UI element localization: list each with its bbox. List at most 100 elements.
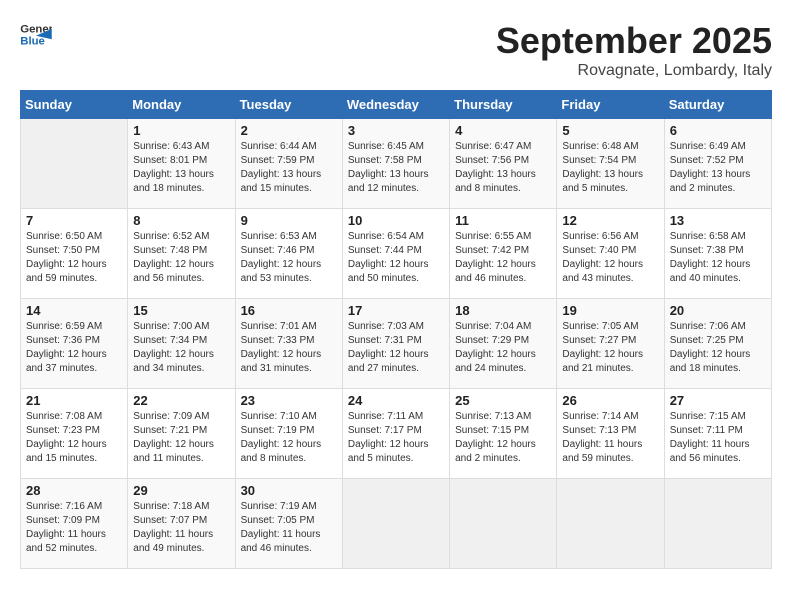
calendar-cell: 24 Sunrise: 7:11 AM Sunset: 7:17 PM Dayli… [342,389,449,479]
calendar-cell: 6 Sunrise: 6:49 AM Sunset: 7:52 PM Daylig… [664,119,771,209]
header: General Blue September 2025 Rovagnate, L… [20,20,772,80]
day-detail: Sunrise: 6:54 AM Sunset: 7:44 PM Dayligh… [348,230,444,286]
day-number: 25 [455,393,551,408]
calendar-cell [342,479,449,569]
calendar-cell [557,479,664,569]
day-number: 15 [133,303,229,318]
calendar-cell: 26Sunrise: 7:14 AM Sunset: 7:13 PM Dayli… [557,389,664,479]
day-number: 19 [562,303,658,318]
calendar-cell: 1 Sunrise: 6:43 AM Sunset: 8:01 PM Daylig… [128,119,235,209]
calendar-cell [21,119,128,209]
calendar-cell: 29 Sunrise: 7:18 AM Sunset: 7:07 PM Dayli… [128,479,235,569]
day-number: 12 [562,213,658,228]
day-number: 29 [133,483,229,498]
day-number: 18 [455,303,551,318]
day-number: 17 [348,303,444,318]
day-number: 1 [133,123,229,138]
day-detail: Sunrise: 7:16 AM Sunset: 7:09 PM Dayligh… [26,500,122,556]
day-detail: Sunrise: 7:15 AM Sunset: 7:11 PM Dayligh… [670,410,766,466]
calendar-table: SundayMondayTuesdayWednesdayThursdayFrid… [20,90,772,569]
calendar-cell: 28 Sunrise: 7:16 AM Sunset: 7:09 PM Dayli… [21,479,128,569]
calendar-cell: 10 Sunrise: 6:54 AM Sunset: 7:44 PM Dayli… [342,209,449,299]
day-detail: Sunrise: 7:04 AM Sunset: 7:29 PM Dayligh… [455,320,551,376]
day-detail: Sunrise: 6:49 AM Sunset: 7:52 PM Dayligh… [670,140,766,196]
day-detail: Sunrise: 7:11 AM Sunset: 7:17 PM Dayligh… [348,410,444,466]
calendar-header-cell: Friday [557,91,664,119]
day-number: 10 [348,213,444,228]
calendar-cell: 19 Sunrise: 7:05 AM Sunset: 7:27 PM Dayli… [557,299,664,389]
day-number: 9 [241,213,337,228]
day-number: 8 [133,213,229,228]
day-detail: Sunrise: 6:48 AM Sunset: 7:54 PM Dayligh… [562,140,658,196]
calendar-week-row: 21Sunrise: 7:08 AM Sunset: 7:23 PM Dayli… [21,389,772,479]
month-year-title: September 2025 [496,20,772,62]
day-detail: Sunrise: 6:55 AM Sunset: 7:42 PM Dayligh… [455,230,551,286]
calendar-cell: 17 Sunrise: 7:03 AM Sunset: 7:31 PM Dayli… [342,299,449,389]
day-detail: Sunrise: 7:01 AM Sunset: 7:33 PM Dayligh… [241,320,337,376]
day-number: 23 [241,393,337,408]
day-number: 30 [241,483,337,498]
day-number: 4 [455,123,551,138]
calendar-cell [664,479,771,569]
day-number: 28 [26,483,122,498]
calendar-cell: 2 Sunrise: 6:44 AM Sunset: 7:59 PM Daylig… [235,119,342,209]
calendar-body: 1 Sunrise: 6:43 AM Sunset: 8:01 PM Daylig… [21,119,772,569]
day-number: 13 [670,213,766,228]
calendar-cell: 30 Sunrise: 7:19 AM Sunset: 7:05 PM Dayli… [235,479,342,569]
day-detail: Sunrise: 7:18 AM Sunset: 7:07 PM Dayligh… [133,500,229,556]
calendar-header-cell: Monday [128,91,235,119]
calendar-cell: 22Sunrise: 7:09 AM Sunset: 7:21 PM Dayli… [128,389,235,479]
calendar-week-row: 14 Sunrise: 6:59 AM Sunset: 7:36 PM Dayli… [21,299,772,389]
day-detail: Sunrise: 6:43 AM Sunset: 8:01 PM Dayligh… [133,140,229,196]
calendar-cell: 5 Sunrise: 6:48 AM Sunset: 7:54 PM Daylig… [557,119,664,209]
calendar-cell: 12 Sunrise: 6:56 AM Sunset: 7:40 PM Dayli… [557,209,664,299]
day-number: 24 [348,393,444,408]
day-detail: Sunrise: 6:45 AM Sunset: 7:58 PM Dayligh… [348,140,444,196]
day-detail: Sunrise: 7:00 AM Sunset: 7:34 PM Dayligh… [133,320,229,376]
calendar-cell: 11 Sunrise: 6:55 AM Sunset: 7:42 PM Dayli… [450,209,557,299]
day-number: 2 [241,123,337,138]
title-section: September 2025 Rovagnate, Lombardy, Ital… [496,20,772,80]
day-detail: Sunrise: 6:56 AM Sunset: 7:40 PM Dayligh… [562,230,658,286]
calendar-cell: 4 Sunrise: 6:47 AM Sunset: 7:56 PM Daylig… [450,119,557,209]
calendar-cell: 23 Sunrise: 7:10 AM Sunset: 7:19 PM Dayli… [235,389,342,479]
calendar-cell: 27 Sunrise: 7:15 AM Sunset: 7:11 PM Dayli… [664,389,771,479]
day-detail: Sunrise: 6:47 AM Sunset: 7:56 PM Dayligh… [455,140,551,196]
calendar-cell: 8 Sunrise: 6:52 AM Sunset: 7:48 PM Daylig… [128,209,235,299]
day-number: 7 [26,213,122,228]
day-number: 14 [26,303,122,318]
calendar-cell: 13Sunrise: 6:58 AM Sunset: 7:38 PM Dayli… [664,209,771,299]
day-detail: Sunrise: 7:03 AM Sunset: 7:31 PM Dayligh… [348,320,444,376]
calendar-cell: 9Sunrise: 6:53 AM Sunset: 7:46 PM Daylig… [235,209,342,299]
calendar-header-cell: Saturday [664,91,771,119]
day-number: 5 [562,123,658,138]
day-detail: Sunrise: 7:05 AM Sunset: 7:27 PM Dayligh… [562,320,658,376]
calendar-header-cell: Wednesday [342,91,449,119]
day-detail: Sunrise: 6:50 AM Sunset: 7:50 PM Dayligh… [26,230,122,286]
calendar-cell: 25 Sunrise: 7:13 AM Sunset: 7:15 PM Dayli… [450,389,557,479]
calendar-cell: 14 Sunrise: 6:59 AM Sunset: 7:36 PM Dayli… [21,299,128,389]
day-number: 3 [348,123,444,138]
day-detail: Sunrise: 7:19 AM Sunset: 7:05 PM Dayligh… [241,500,337,556]
logo-icon: General Blue [20,20,52,48]
day-detail: Sunrise: 7:13 AM Sunset: 7:15 PM Dayligh… [455,410,551,466]
calendar-header-cell: Thursday [450,91,557,119]
location-subtitle: Rovagnate, Lombardy, Italy [496,62,772,80]
day-number: 20 [670,303,766,318]
day-number: 26 [562,393,658,408]
calendar-week-row: 28 Sunrise: 7:16 AM Sunset: 7:09 PM Dayli… [21,479,772,569]
calendar-cell: 3 Sunrise: 6:45 AM Sunset: 7:58 PM Daylig… [342,119,449,209]
calendar-cell: 20 Sunrise: 7:06 AM Sunset: 7:25 PM Dayli… [664,299,771,389]
day-detail: Sunrise: 7:10 AM Sunset: 7:19 PM Dayligh… [241,410,337,466]
day-detail: Sunrise: 7:06 AM Sunset: 7:25 PM Dayligh… [670,320,766,376]
day-number: 16 [241,303,337,318]
day-detail: Sunrise: 6:59 AM Sunset: 7:36 PM Dayligh… [26,320,122,376]
day-number: 6 [670,123,766,138]
calendar-cell: 21Sunrise: 7:08 AM Sunset: 7:23 PM Dayli… [21,389,128,479]
day-detail: Sunrise: 6:44 AM Sunset: 7:59 PM Dayligh… [241,140,337,196]
day-detail: Sunrise: 6:52 AM Sunset: 7:48 PM Dayligh… [133,230,229,286]
day-number: 27 [670,393,766,408]
day-number: 11 [455,213,551,228]
day-detail: Sunrise: 7:09 AM Sunset: 7:21 PM Dayligh… [133,410,229,466]
calendar-cell: 7 Sunrise: 6:50 AM Sunset: 7:50 PM Daylig… [21,209,128,299]
